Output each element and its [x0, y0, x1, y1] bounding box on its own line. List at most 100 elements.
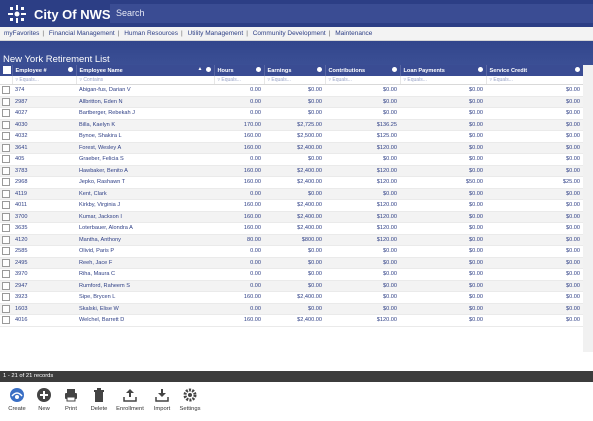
import-button[interactable]: Import — [147, 387, 177, 412]
search-input[interactable]: Search — [110, 4, 593, 23]
row-checkbox[interactable] — [2, 247, 10, 256]
table-row[interactable]: 2495 Reeh, Jace F 0.00 $0.00 $0.00 $0.00 $0.00 — [0, 257, 583, 269]
city-logo-icon[interactable] — [6, 3, 28, 25]
cell-employee-name[interactable]: Forest, Wesley A — [76, 142, 214, 154]
table-row[interactable]: 3635 Loterbauer, Alondra A 160.00 $2,400.00… — [0, 222, 583, 235]
column-settings-icon[interactable] — [316, 67, 322, 72]
table-row[interactable]: 4011 Kirkby, Virginia J 160.00 $2,400.00 $12… — [0, 199, 583, 212]
cell-employee-name[interactable]: Graeber, Felicia S — [76, 153, 214, 166]
table-row[interactable]: 3783 Hawbaker, Benito A 160.00 $2,400.00 $12… — [0, 165, 583, 177]
row-checkbox[interactable] — [2, 143, 10, 152]
sort-ascending-icon[interactable]: ▲ — [198, 66, 203, 72]
col-earnings[interactable]: Earnings — [264, 65, 326, 76]
nav-financial-management[interactable]: Financial Management — [49, 30, 115, 37]
table-row[interactable]: 4027 Bartberger, Rebekah J 0.00 $0.00 $0.00 $… — [0, 107, 583, 120]
row-checkbox[interactable] — [2, 97, 10, 106]
row-checkbox[interactable] — [2, 212, 10, 221]
col-employee-number[interactable]: Employee # — [12, 65, 77, 76]
filter-employee-name[interactable]: ▿ Contains — [76, 76, 215, 85]
cell-employee-name[interactable]: Abigan-fus, Darian V — [76, 84, 214, 97]
row-checkbox[interactable] — [2, 155, 10, 164]
table-row[interactable]: 405 Graeber, Felicia S 0.00 $0.00 $0.00 $0.00… — [0, 153, 583, 166]
settings-button[interactable]: Settings — [175, 387, 205, 412]
cell-employee-name[interactable]: Olivid, Paris P — [76, 245, 214, 258]
cell-employee-name[interactable]: Rumford, Raheem S — [76, 280, 214, 292]
cell-employee-name[interactable]: Sipe, Brycen L — [76, 291, 214, 304]
table-row[interactable]: 3923 Sipe, Brycen L 160.00 $2,400.00 $0.00 $0… — [0, 291, 583, 304]
table-row[interactable]: 4030 Billa, Kaelyn K 170.00 $2,725.00 $136.2… — [0, 119, 583, 131]
table-row[interactable]: 3970 Riha, Maura C 0.00 $0.00 $0.00 $0.00 $0.0… — [0, 268, 583, 281]
row-checkbox[interactable] — [2, 316, 10, 325]
table-row[interactable]: 2987 Allbritton, Eden N 0.00 $0.00 $0.00 $0.0… — [0, 96, 583, 108]
row-checkbox[interactable] — [2, 132, 10, 141]
col-hours[interactable]: Hours — [214, 65, 265, 76]
vertical-scrollbar[interactable] — [583, 65, 593, 352]
filter-loan-payments[interactable]: ▿ Equals... — [400, 76, 487, 85]
cell-employee-name[interactable]: Mantha, Anthony — [76, 234, 214, 246]
cell-employee-name[interactable]: Allbritton, Eden N — [76, 96, 214, 108]
row-checkbox[interactable] — [2, 109, 10, 118]
create-button[interactable]: Create — [2, 387, 32, 412]
cell-employee-name[interactable]: Kent, Clark — [76, 188, 214, 200]
cell-employee-name[interactable]: Loterbauer, Alondra A — [76, 222, 214, 235]
table-row[interactable]: 3700 Kumar, Jackson I 160.00 $2,400.00 $120.… — [0, 211, 583, 223]
row-checkbox[interactable] — [2, 178, 10, 187]
nav-myfavorites[interactable]: myFavorites — [4, 30, 39, 37]
row-checkbox[interactable] — [2, 189, 10, 198]
column-settings-icon[interactable] — [67, 67, 73, 72]
table-row[interactable]: 4120 Mantha, Anthony 80.00 $800.00 $120.00 $0… — [0, 234, 583, 246]
table-row[interactable]: 4016 Welchel, Barrett D 160.00 $2,400.00 $12… — [0, 314, 583, 327]
cell-employee-name[interactable]: Skalski, Elise W — [76, 303, 214, 315]
table-row[interactable]: 2585 Olivid, Paris P 0.00 $0.00 $0.00 $0.00 $0… — [0, 245, 583, 258]
row-checkbox[interactable] — [2, 270, 10, 279]
row-checkbox[interactable] — [2, 235, 10, 244]
nav-maintenance[interactable]: Maintenance — [335, 30, 372, 37]
column-settings-icon[interactable] — [391, 67, 397, 72]
table-row[interactable]: 1603 Skalski, Elise W 0.00 $0.00 $0.00 $0.00 $… — [0, 303, 583, 315]
cell-employee-name[interactable]: Reeh, Jace F — [76, 257, 214, 269]
cell-employee-name[interactable]: Bartberger, Rebekah J — [76, 107, 214, 120]
filter-employee-number[interactable]: ▿ Equals... — [12, 76, 77, 85]
column-settings-icon[interactable] — [574, 67, 580, 72]
filter-service-credit[interactable]: ▿ Equals... — [486, 76, 583, 85]
filter-earnings[interactable]: ▿ Equals... — [264, 76, 326, 85]
cell-employee-name[interactable]: Jepko, Rashawn T — [76, 176, 214, 189]
table-row[interactable]: 4032 Bynoe, Shakira L 160.00 $2,500.00 $125.… — [0, 130, 583, 143]
col-contributions[interactable]: Contributions — [325, 65, 401, 76]
cell-employee-name[interactable]: Kirkby, Virginia J — [76, 199, 214, 212]
app-title[interactable]: City Of NWS — [34, 7, 111, 22]
row-checkbox[interactable] — [2, 86, 10, 95]
table-row[interactable]: 2947 Rumford, Raheem S 0.00 $0.00 $0.00 $0.00… — [0, 280, 583, 292]
cell-employee-name[interactable]: Kumar, Jackson I — [76, 211, 214, 223]
cell-employee-name[interactable]: Billa, Kaelyn K — [76, 119, 214, 131]
nav-human-resources[interactable]: Human Resources — [124, 30, 178, 37]
table-row[interactable]: 374 Abigan-fus, Darian V 0.00 $0.00 $0.00 $0.… — [0, 84, 583, 97]
row-checkbox[interactable] — [2, 166, 10, 175]
filter-contributions[interactable]: ▿ Equals... — [325, 76, 401, 85]
cell-employee-name[interactable]: Bynoe, Shakira L — [76, 130, 214, 143]
row-checkbox[interactable] — [2, 293, 10, 302]
nav-utility-management[interactable]: Utility Management — [188, 30, 244, 37]
print-button[interactable]: Print — [56, 387, 86, 412]
column-settings-icon[interactable] — [255, 67, 261, 72]
cell-employee-name[interactable]: Riha, Maura C — [76, 268, 214, 281]
row-checkbox[interactable] — [2, 258, 10, 267]
row-checkbox[interactable] — [2, 201, 10, 210]
column-settings-icon[interactable] — [477, 67, 483, 72]
col-employee-name[interactable]: Employee Name ▲ — [76, 65, 215, 76]
row-checkbox[interactable] — [2, 304, 10, 313]
new-button[interactable]: New — [29, 387, 59, 412]
column-settings-icon[interactable] — [205, 67, 211, 72]
row-checkbox[interactable] — [2, 281, 10, 290]
cell-employee-name[interactable]: Hawbaker, Benito A — [76, 165, 214, 177]
row-checkbox[interactable] — [2, 224, 10, 233]
table-row[interactable]: 2968 Jepko, Rashawn T 160.00 $2,400.00 $120.… — [0, 176, 583, 189]
filter-hours[interactable]: ▿ Equals... — [214, 76, 265, 85]
row-checkbox[interactable] — [2, 120, 10, 129]
select-all-checkbox[interactable] — [0, 65, 13, 76]
enrollment-button[interactable]: Enrollment — [115, 387, 145, 412]
col-loan-payments[interactable]: Loan Payments — [400, 65, 487, 76]
nav-community-development[interactable]: Community Development — [253, 30, 326, 37]
delete-button[interactable]: Delete — [84, 387, 114, 412]
cell-employee-name[interactable]: Welchel, Barrett D — [76, 314, 214, 327]
